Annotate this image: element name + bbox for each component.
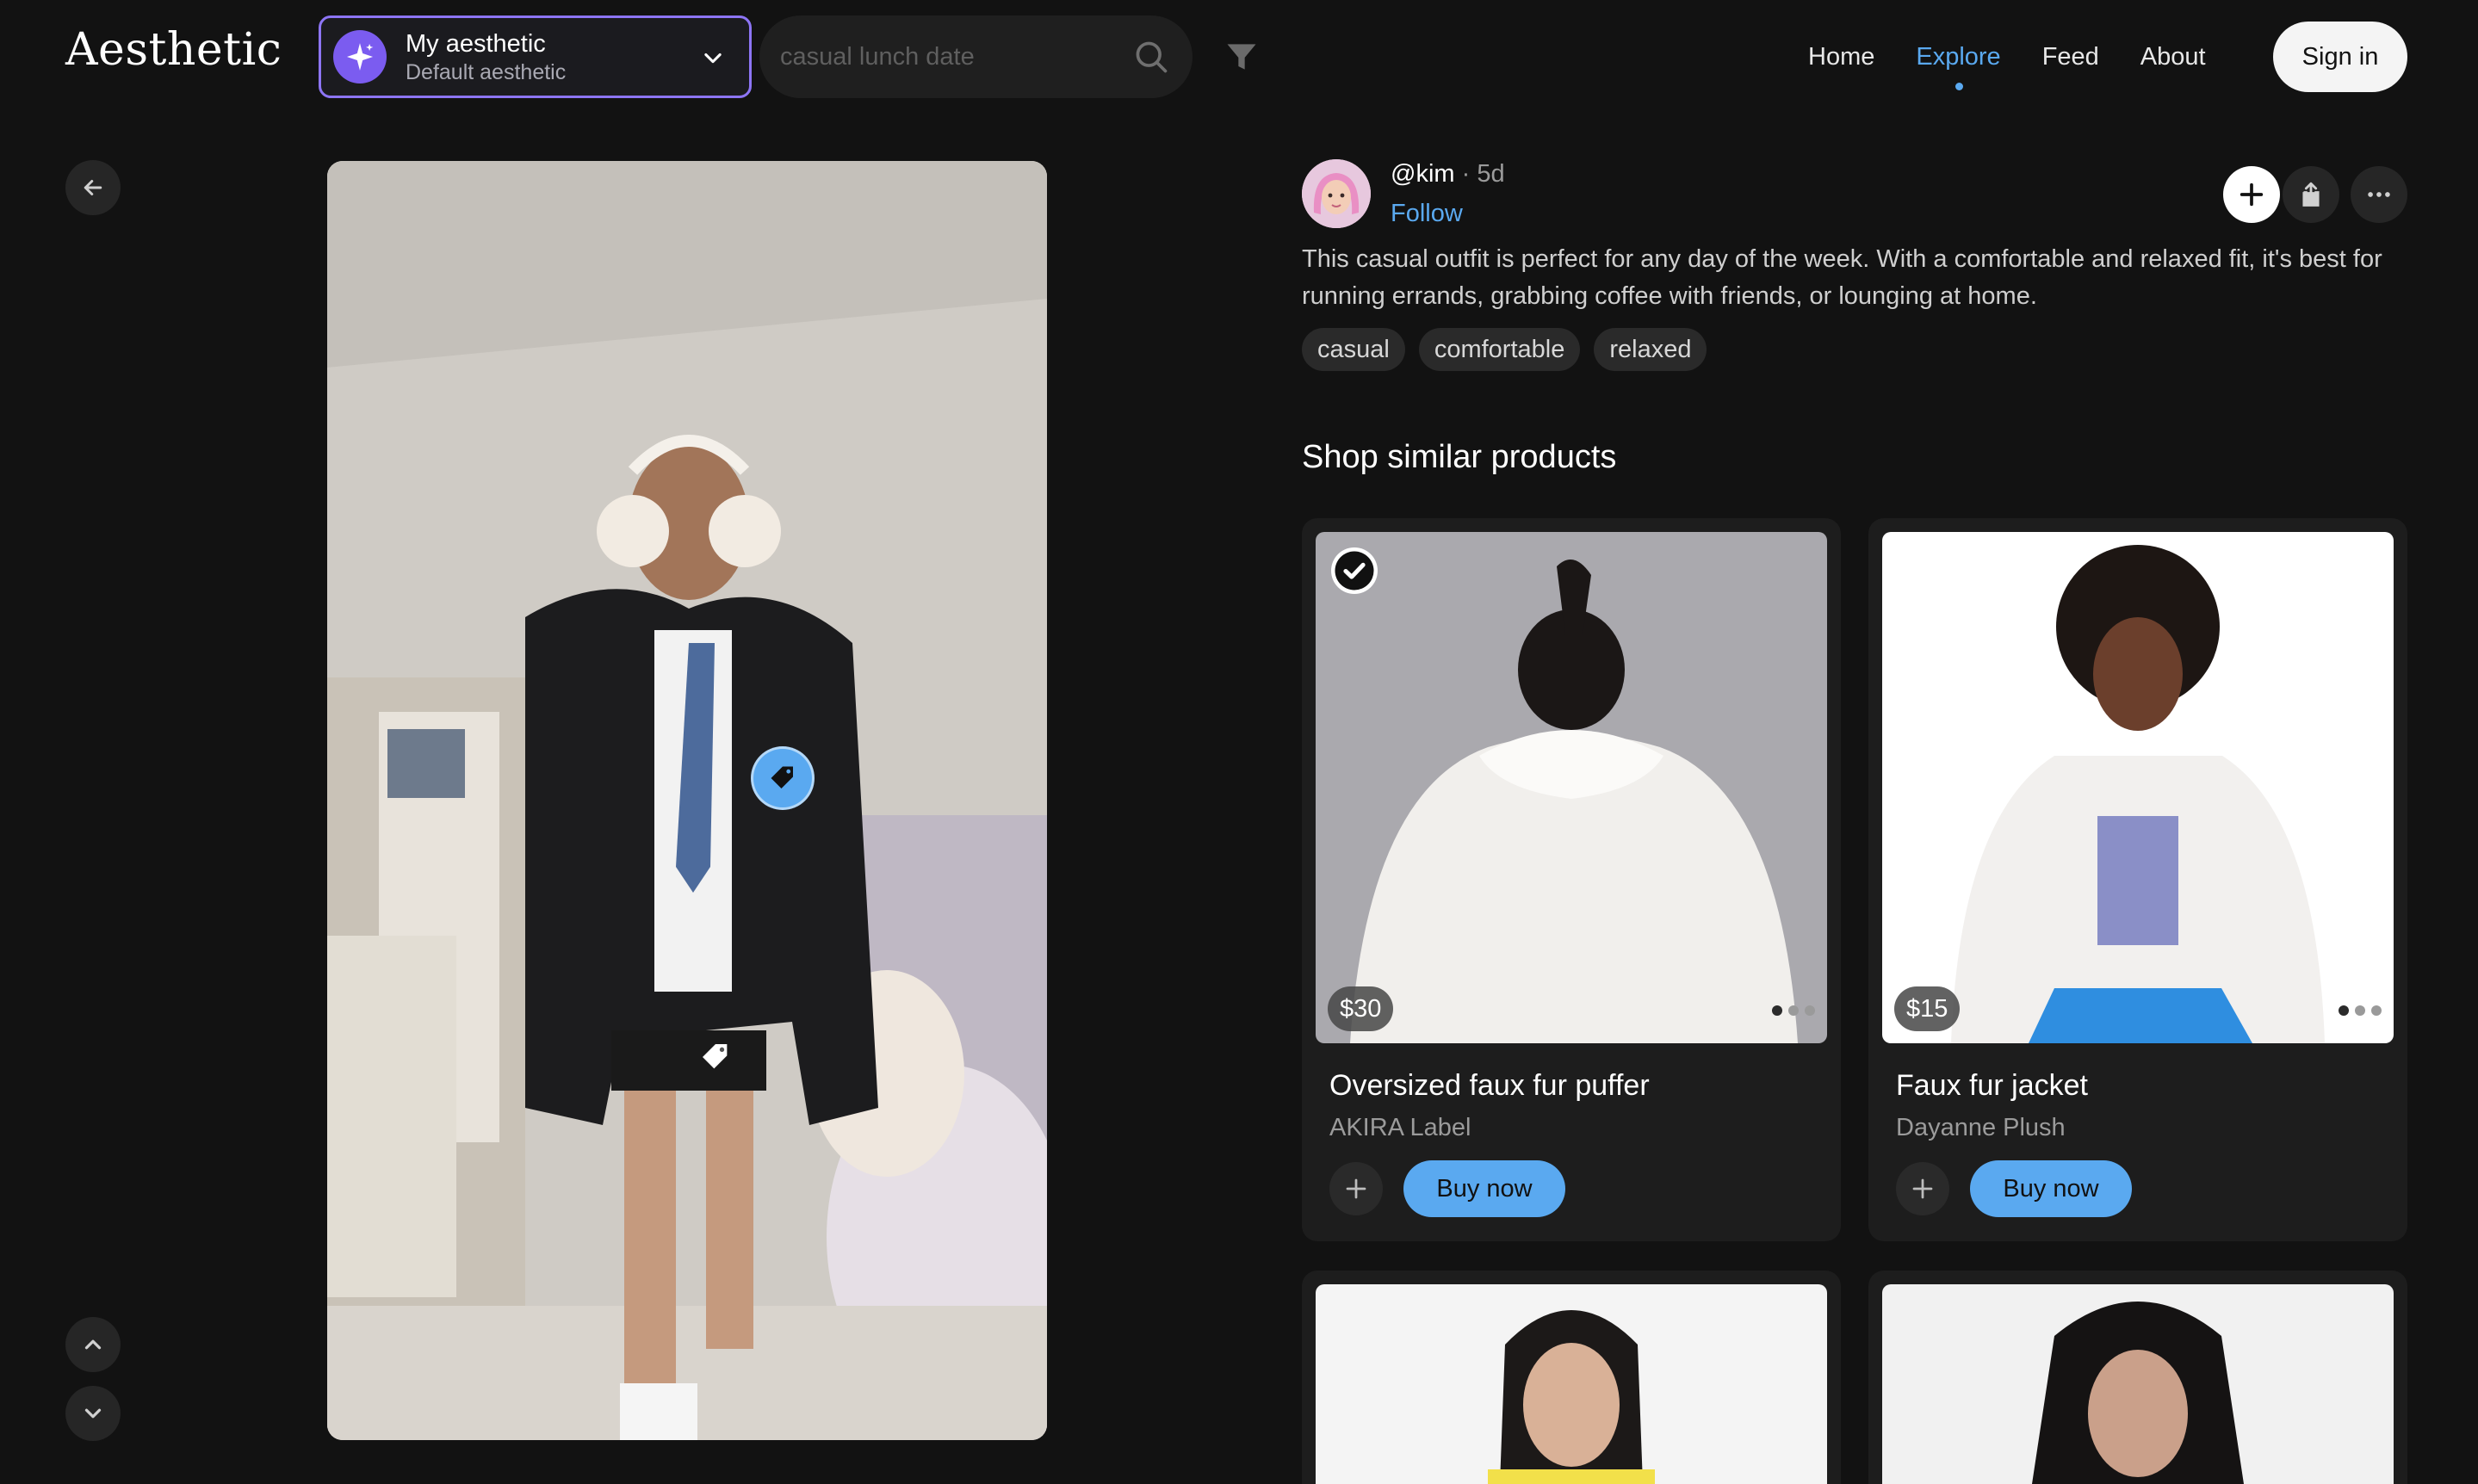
follow-button[interactable]: Follow [1391,200,1463,228]
post-tags: casual comfortable relaxed [1302,328,1720,371]
top-header: Aesthetic My aesthetic Default aesthetic… [0,0,2478,114]
aesthetic-title: My aesthetic [406,30,546,58]
arrow-left-icon [84,180,102,195]
add-to-collection-button[interactable] [1896,1162,1949,1215]
price-badge: $15 [1894,986,1961,1031]
product-tag-icon[interactable] [751,746,815,810]
post-age: 5d [1477,160,1505,188]
aesthetic-subtitle: Default aesthetic [406,60,567,84]
product-image[interactable]: $15 [1882,532,2394,1043]
sign-in-button[interactable]: Sign in [2273,22,2407,92]
tag-chip[interactable]: casual [1302,328,1405,371]
next-post-button[interactable] [65,1386,121,1441]
main-nav: Home Explore Feed About [1808,0,2247,114]
plus-icon [2239,182,2264,207]
product-brand: AKIRA Label [1329,1114,1471,1141]
outfit-photo [327,161,1047,1440]
image-carousel-dots[interactable] [2332,1005,2382,1016]
filter-icon[interactable] [1223,38,1261,76]
product-tag-icon[interactable] [694,1036,737,1079]
back-button[interactable] [65,160,121,215]
product-card[interactable]: $30 Oversized faux fur puffer AKIRA Labe… [1302,518,1841,1241]
chevron-down-icon [84,1408,102,1419]
nav-feed[interactable]: Feed [2042,43,2099,71]
product-name[interactable]: Oversized faux fur puffer [1329,1069,1650,1103]
product-name[interactable]: Faux fur jacket [1896,1069,2088,1103]
buy-now-button[interactable]: Buy now [1970,1160,2132,1217]
separator-dot: · [1454,160,1478,188]
product-image[interactable] [1316,1284,1827,1484]
chevron-up-icon [84,1339,102,1350]
tag-chip[interactable]: comfortable [1418,328,1581,371]
add-button[interactable] [2223,166,2280,223]
price-badge: $30 [1328,986,1394,1031]
product-brand: Dayanne Plush [1896,1114,2066,1141]
chevron-down-icon [704,53,722,64]
add-to-collection-button[interactable] [1329,1162,1383,1215]
product-card[interactable] [1868,1271,2407,1484]
tag-chip[interactable]: relaxed [1594,328,1707,371]
shop-section-title: Shop similar products [1302,439,1617,475]
share-icon [2302,182,2320,207]
previous-post-button[interactable] [65,1317,121,1372]
more-options-button[interactable] [2351,166,2407,223]
product-image[interactable] [1882,1284,2394,1484]
buy-now-button[interactable]: Buy now [1403,1160,1565,1217]
aesthetic-selector[interactable]: My aesthetic Default aesthetic [319,15,752,98]
post-author-line: @kim · 5d [1391,160,1505,189]
nav-home[interactable]: Home [1808,43,1874,71]
more-icon [2368,192,2390,197]
username[interactable]: @kim [1391,160,1455,188]
share-button[interactable] [2283,166,2339,223]
nav-about[interactable]: About [2140,43,2206,71]
post-description: This casual outfit is perfect for any da… [1302,245,2382,310]
nav-explore[interactable]: Explore [1916,43,2001,90]
saved-check-icon[interactable] [1331,547,1378,594]
product-image[interactable]: $30 [1316,532,1827,1043]
user-avatar[interactable] [1302,159,1371,228]
search-icon[interactable] [1132,38,1170,76]
search-bar [759,15,1193,98]
sparkle-icon [333,30,387,83]
app-logo[interactable]: Aesthetic [65,24,282,76]
product-card[interactable] [1302,1271,1841,1484]
product-card[interactable]: $15 Faux fur jacket Dayanne Plush Buy no… [1868,518,2407,1241]
image-carousel-dots[interactable] [1766,1005,1815,1016]
search-input[interactable] [780,42,1116,71]
aesthetic-selector-text: My aesthetic Default aesthetic [406,28,566,85]
